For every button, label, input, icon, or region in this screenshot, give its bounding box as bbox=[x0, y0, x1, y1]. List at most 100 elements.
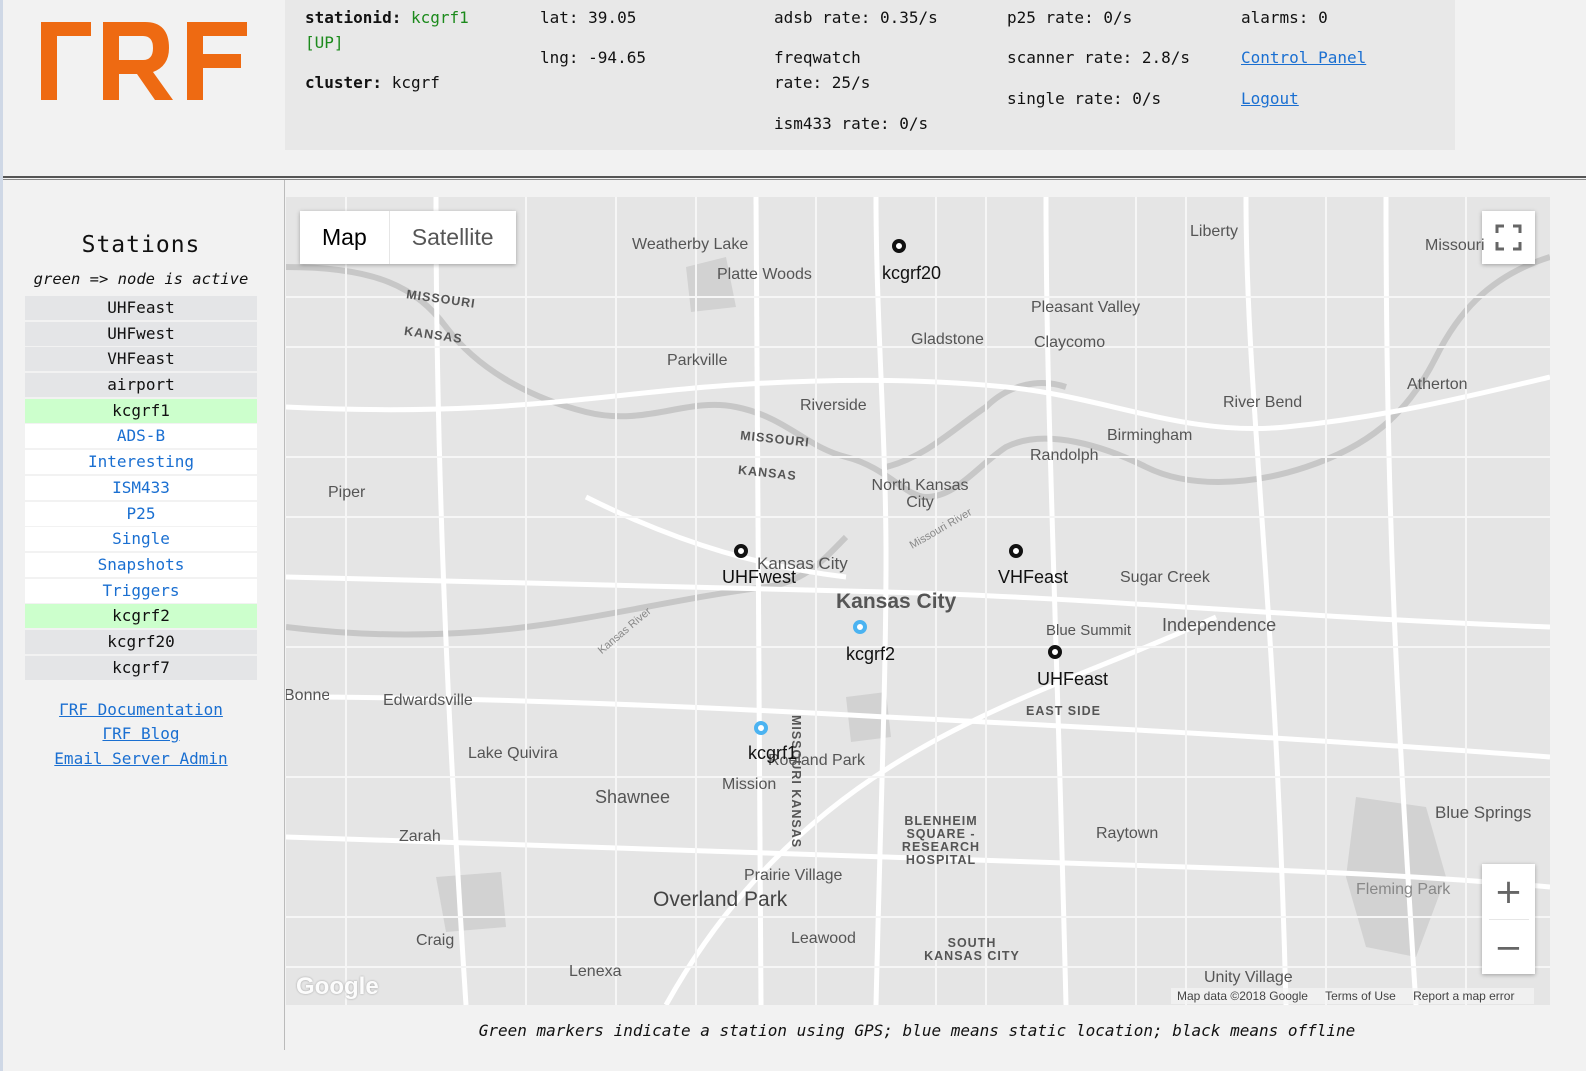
place-label: North Kansas City bbox=[871, 477, 969, 511]
map-data-credit: Map data ©2018 Google bbox=[1177, 989, 1308, 1003]
place-label: Kansas City bbox=[836, 590, 957, 613]
place-label: Atherton bbox=[1407, 376, 1468, 393]
report-map-error-link[interactable]: Report a map error bbox=[1413, 989, 1514, 1003]
cluster-value: kcgrf bbox=[391, 73, 440, 92]
place-label: BLENHEIM SQUARE - RESEARCH HOSPITAL bbox=[901, 814, 981, 867]
place-label: Raytown bbox=[1096, 825, 1159, 842]
station-subitem[interactable]: Single bbox=[25, 527, 257, 552]
place-label: Pleasant Valley bbox=[1031, 299, 1141, 316]
place-label: Claycomo bbox=[1034, 334, 1106, 351]
blog-link[interactable]: ΓRF Blog bbox=[25, 722, 257, 747]
map-attribution: Map data ©2018 Google Terms of Use Repor… bbox=[1171, 988, 1535, 1004]
satellite-view-button[interactable]: Satellite bbox=[388, 211, 516, 264]
station-item[interactable]: kcgrf20 bbox=[25, 629, 257, 654]
place-label: Weatherby Lake bbox=[632, 236, 749, 253]
ism433-rate: ism433 rate: 0/s bbox=[774, 114, 929, 133]
station-item[interactable]: UHFwest bbox=[25, 321, 257, 346]
place-label: Zarah bbox=[399, 828, 441, 845]
station-list: UHFeast UHFwest VHFeast airport kcgrf1 ADS-B I… bbox=[25, 296, 257, 680]
station-subitem[interactable]: Snapshots bbox=[25, 552, 257, 577]
station-marker[interactable] bbox=[1009, 544, 1023, 558]
station-subitem[interactable]: Triggers bbox=[25, 578, 257, 603]
station-marker[interactable] bbox=[754, 721, 768, 735]
place-label: Shawnee bbox=[595, 787, 671, 807]
station-item[interactable]: VHFeast bbox=[25, 347, 257, 372]
place-label: Prairie Village bbox=[744, 867, 843, 884]
stations-title: Stations bbox=[81, 232, 201, 258]
zoom-out-button[interactable]: − bbox=[1482, 920, 1535, 975]
station-marker-label: UHFwest bbox=[722, 567, 797, 587]
place-label: Bonner Springs bbox=[286, 687, 329, 704]
place-label: Leawood bbox=[791, 930, 856, 947]
scanner-rate: scanner rate: 2.8/s bbox=[1007, 48, 1191, 67]
place-label: Missouri bbox=[1425, 237, 1485, 254]
station-subitem[interactable]: ADS-B bbox=[25, 424, 257, 449]
documentation-link[interactable]: ΓRF Documentation bbox=[25, 698, 257, 723]
zoom-in-button[interactable]: + bbox=[1482, 864, 1535, 919]
station-marker-label: kcgrf20 bbox=[882, 263, 942, 283]
place-label: Parkville bbox=[667, 352, 728, 369]
place-label: Randolph bbox=[1030, 447, 1099, 464]
stations-sidebar: Stations green => node is active UHFeast… bbox=[25, 196, 257, 771]
station-marker[interactable] bbox=[1048, 645, 1062, 659]
station-state: [UP] bbox=[305, 33, 344, 52]
place-label: Overland Park bbox=[653, 888, 788, 911]
station-marker[interactable] bbox=[734, 544, 748, 558]
page: stationid: kcgrf1 [UP] cluster: kcgrf la… bbox=[0, 0, 1586, 1071]
sidebar-links: ΓRF Documentation ΓRF Blog Email Server … bbox=[25, 698, 257, 772]
stationid-row: stationid: kcgrf1 bbox=[305, 5, 469, 30]
station-subitem[interactable]: ISM433 bbox=[25, 475, 257, 500]
fullscreen-button[interactable] bbox=[1482, 211, 1535, 264]
map-legend-caption: Green markers indicate a station using G… bbox=[478, 1021, 1356, 1040]
station-marker-label: UHFeast bbox=[1037, 669, 1109, 689]
stationid-value: kcgrf1 bbox=[410, 8, 469, 27]
station-marker-label: kcgrf2 bbox=[846, 644, 896, 664]
station-item[interactable]: kcgrf1 bbox=[25, 398, 257, 423]
terms-link[interactable]: Terms of Use bbox=[1325, 989, 1396, 1003]
map-view-button[interactable]: Map bbox=[300, 211, 389, 264]
place-label: Riverside bbox=[800, 397, 867, 414]
cluster-label: cluster: bbox=[305, 73, 383, 92]
station-item[interactable]: airport bbox=[25, 373, 257, 398]
station-marker[interactable] bbox=[853, 620, 867, 634]
stations-legend: green => node is active bbox=[33, 270, 249, 288]
fullscreen-icon bbox=[1495, 224, 1522, 251]
place-label: Blue Springs bbox=[1435, 803, 1532, 822]
zoom-controls: + − bbox=[1482, 864, 1535, 974]
station-item[interactable]: kcgrf7 bbox=[25, 655, 257, 680]
freqwatch-rate-value: rate: 25/s bbox=[774, 73, 871, 92]
header-divider bbox=[3, 176, 1586, 180]
station-subitem[interactable]: P25 bbox=[25, 501, 257, 526]
freqwatch-rate-label: freqwatch bbox=[774, 48, 861, 67]
station-subitem[interactable]: Interesting bbox=[25, 450, 257, 475]
email-admin-link[interactable]: Email Server Admin bbox=[25, 747, 257, 772]
station-map[interactable]: Map Satellite + − Weatherby Lake Platte … bbox=[286, 197, 1550, 1005]
logout-link[interactable]: Logout bbox=[1241, 86, 1299, 111]
place-label: Blue Summit bbox=[1046, 622, 1132, 639]
place-label: River Bend bbox=[1223, 394, 1303, 411]
stationid-label: stationid: bbox=[305, 8, 402, 27]
longitude: lng: -94.65 bbox=[540, 48, 646, 67]
station-marker-label: VHFeast bbox=[998, 567, 1069, 587]
station-marker[interactable] bbox=[892, 239, 906, 253]
place-label: MISSOURI KANSAS bbox=[789, 715, 803, 849]
station-item[interactable]: kcgrf2 bbox=[25, 604, 257, 629]
place-label: Platte Woods bbox=[717, 266, 812, 283]
place-label: Mission bbox=[722, 776, 777, 793]
google-logo: Google bbox=[296, 973, 379, 1000]
place-label: Liberty bbox=[1190, 223, 1239, 240]
alarms-count: alarms: 0 bbox=[1241, 8, 1328, 27]
p25-rate: p25 rate: 0/s bbox=[1007, 8, 1133, 27]
place-label: Lake Quivira bbox=[468, 745, 558, 762]
adsb-rate: adsb rate: 0.35/s bbox=[774, 8, 938, 27]
control-panel-link[interactable]: Control Panel bbox=[1241, 45, 1366, 70]
place-label: Unity Village bbox=[1204, 969, 1293, 986]
station-item[interactable]: UHFeast bbox=[25, 296, 257, 320]
place-label: Craig bbox=[416, 932, 455, 949]
place-label: Piper bbox=[328, 484, 366, 501]
latitude: lat: 39.05 bbox=[540, 8, 637, 27]
trf-logo bbox=[37, 14, 257, 106]
place-label: EAST SIDE bbox=[1026, 704, 1101, 718]
place-label: Edwardsville bbox=[383, 692, 473, 709]
sidebar-divider bbox=[284, 180, 285, 1050]
